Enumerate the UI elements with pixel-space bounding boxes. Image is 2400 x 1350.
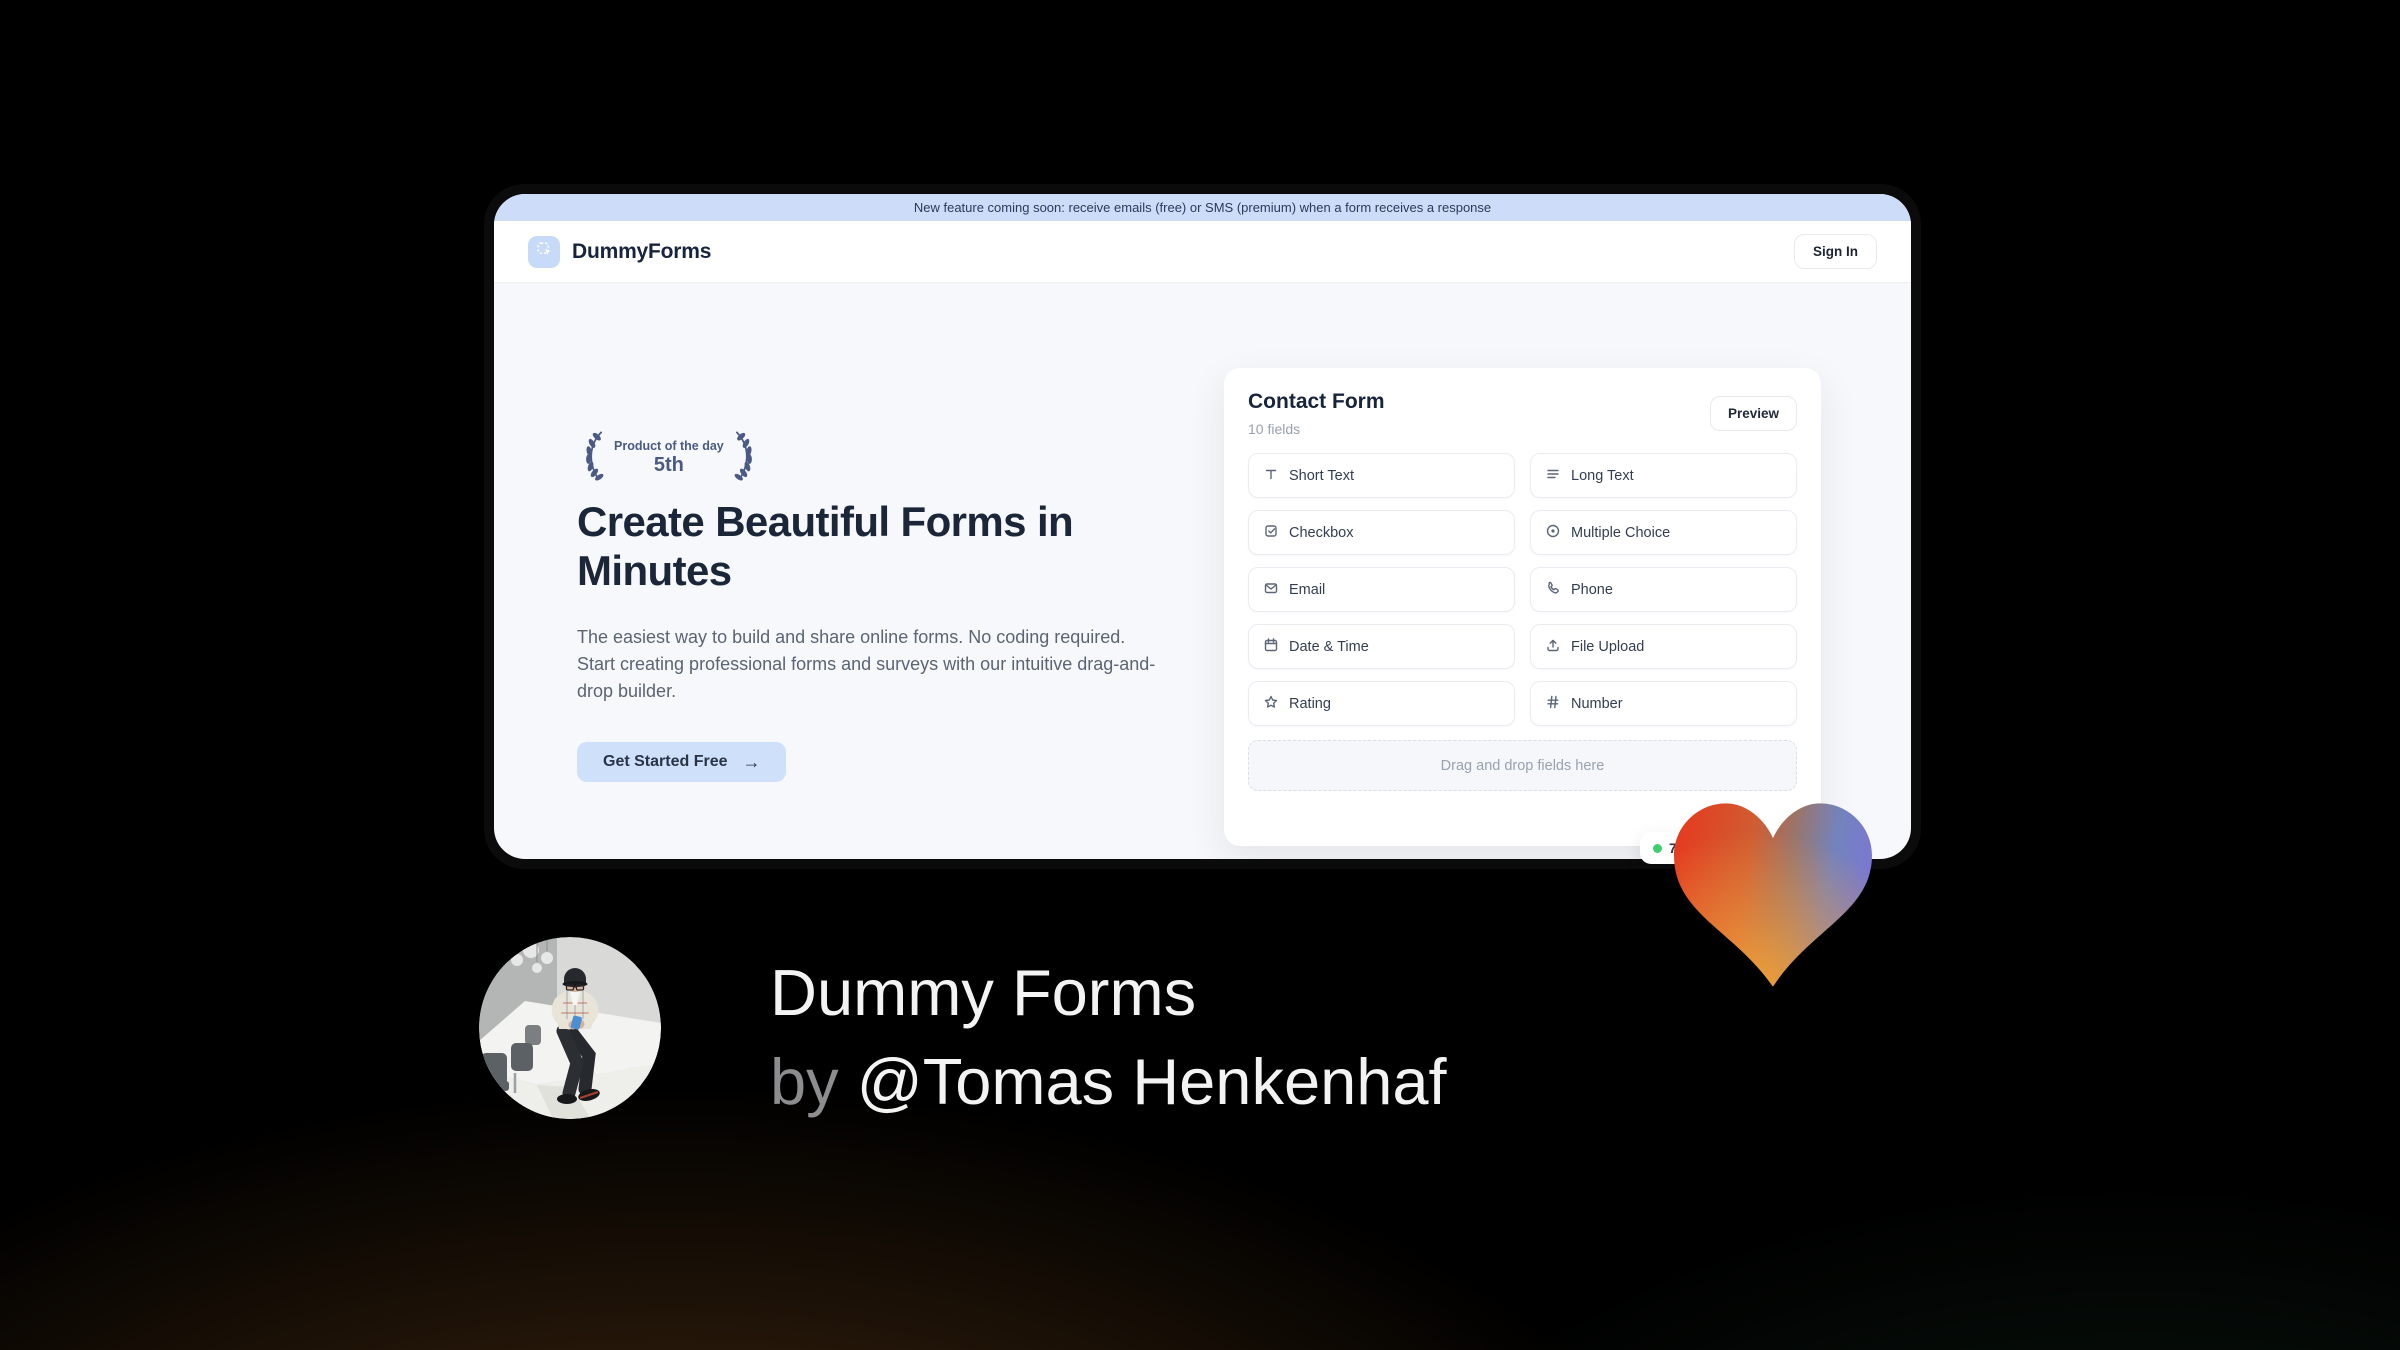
badge-rank: 5th	[653, 453, 684, 476]
announcement-text: New feature coming soon: receive emails …	[913, 200, 1492, 215]
field-dropzone[interactable]: Drag and drop fields here	[1248, 740, 1797, 791]
calendar-icon	[1263, 637, 1279, 657]
hero-description: The easiest way to build and share onlin…	[577, 627, 1156, 701]
form-title-block: Contact Form 10 fields	[1248, 390, 1385, 437]
field-type-multiple-choice[interactable]: Multiple Choice	[1530, 510, 1797, 555]
navbar: DummyForms Sign In	[494, 221, 1911, 283]
green-dot-icon	[1653, 843, 1662, 853]
star-icon	[1263, 694, 1279, 714]
form-field-count: 10 fields	[1248, 421, 1301, 437]
cta-label: Get Started Free	[603, 753, 728, 770]
field-type-label: Phone	[1571, 581, 1613, 598]
field-type-label: Multiple Choice	[1571, 524, 1671, 541]
get-started-button[interactable]: Get Started Free →	[577, 742, 787, 782]
text-icon	[1263, 466, 1279, 486]
field-type-label: File Upload	[1571, 638, 1645, 655]
credit-block: Dummy Forms by @Tomas Henkenhaf	[770, 948, 1447, 1126]
field-type-label: Number	[1571, 695, 1623, 712]
byline-prefix: by	[770, 1045, 857, 1118]
browser-window: New feature coming soon: receive emails …	[484, 184, 1921, 869]
hero-heading: Create Beautiful Forms in Minutes	[577, 498, 1074, 594]
lines-icon	[1545, 466, 1561, 486]
heart-icon	[1674, 802, 1872, 988]
field-type-label: Email	[1289, 581, 1326, 598]
field-type-label: Rating	[1289, 695, 1331, 712]
envelope-icon	[1263, 580, 1279, 600]
badge-texts: Product of the day 5th	[614, 439, 724, 477]
dropzone-text: Drag and drop fields here	[1440, 757, 1605, 774]
credit-title: Dummy Forms	[770, 956, 1197, 1029]
field-type-rating[interactable]: Rating	[1248, 681, 1515, 726]
form-title: Contact Form	[1248, 390, 1385, 413]
field-type-file-upload[interactable]: File Upload	[1530, 624, 1797, 669]
field-type-email[interactable]: Email	[1248, 567, 1515, 612]
phone-icon	[1545, 580, 1561, 600]
laurel-left-icon	[577, 428, 607, 487]
field-type-label: Checkbox	[1289, 524, 1354, 541]
field-type-grid: Short Text Long Text Checkbox Multiple Choi…	[1248, 453, 1797, 726]
field-type-checkbox[interactable]: Checkbox	[1248, 510, 1515, 555]
upload-icon	[1545, 637, 1561, 657]
hash-icon	[1545, 694, 1561, 714]
form-header: Contact Form 10 fields Preview	[1248, 390, 1797, 437]
arrow-right-icon: →	[742, 751, 761, 772]
brand-logo[interactable]	[528, 235, 560, 268]
checkbox-icon	[1263, 523, 1279, 543]
field-type-short-text[interactable]: Short Text	[1248, 453, 1515, 498]
byline-handle: @Tomas Henkenhaf	[856, 1045, 1447, 1118]
brand-name: DummyForms	[572, 239, 712, 263]
preview-button[interactable]: Preview	[1709, 396, 1797, 431]
radio-icon	[1545, 523, 1561, 543]
field-type-phone[interactable]: Phone	[1530, 567, 1797, 612]
announcement-banner: New feature coming soon: receive emails …	[494, 194, 1911, 221]
field-type-label: Date & Time	[1289, 638, 1369, 655]
product-badge: Product of the day 5th	[577, 428, 761, 487]
laurel-right-icon	[731, 428, 761, 487]
badge-label: Product of the day	[614, 438, 724, 453]
field-type-label: Short Text	[1289, 467, 1355, 484]
field-type-long-text[interactable]: Long Text	[1530, 453, 1797, 498]
credit-byline: by @Tomas Henkenhaf	[770, 1037, 1447, 1126]
form-builder-card: Contact Form 10 fields Preview Short Tex…	[1224, 368, 1821, 846]
profile-photo	[479, 937, 661, 1119]
sign-in-button[interactable]: Sign In	[1794, 234, 1877, 269]
browser-viewport: New feature coming soon: receive emails …	[494, 194, 1911, 859]
field-type-date-time[interactable]: Date & Time	[1248, 624, 1515, 669]
dashed-select-cursor-icon	[535, 240, 554, 264]
background: { "banner": { "text": "New feature comin…	[0, 0, 2400, 1350]
field-type-number[interactable]: Number	[1530, 681, 1797, 726]
field-type-label: Long Text	[1571, 467, 1634, 484]
